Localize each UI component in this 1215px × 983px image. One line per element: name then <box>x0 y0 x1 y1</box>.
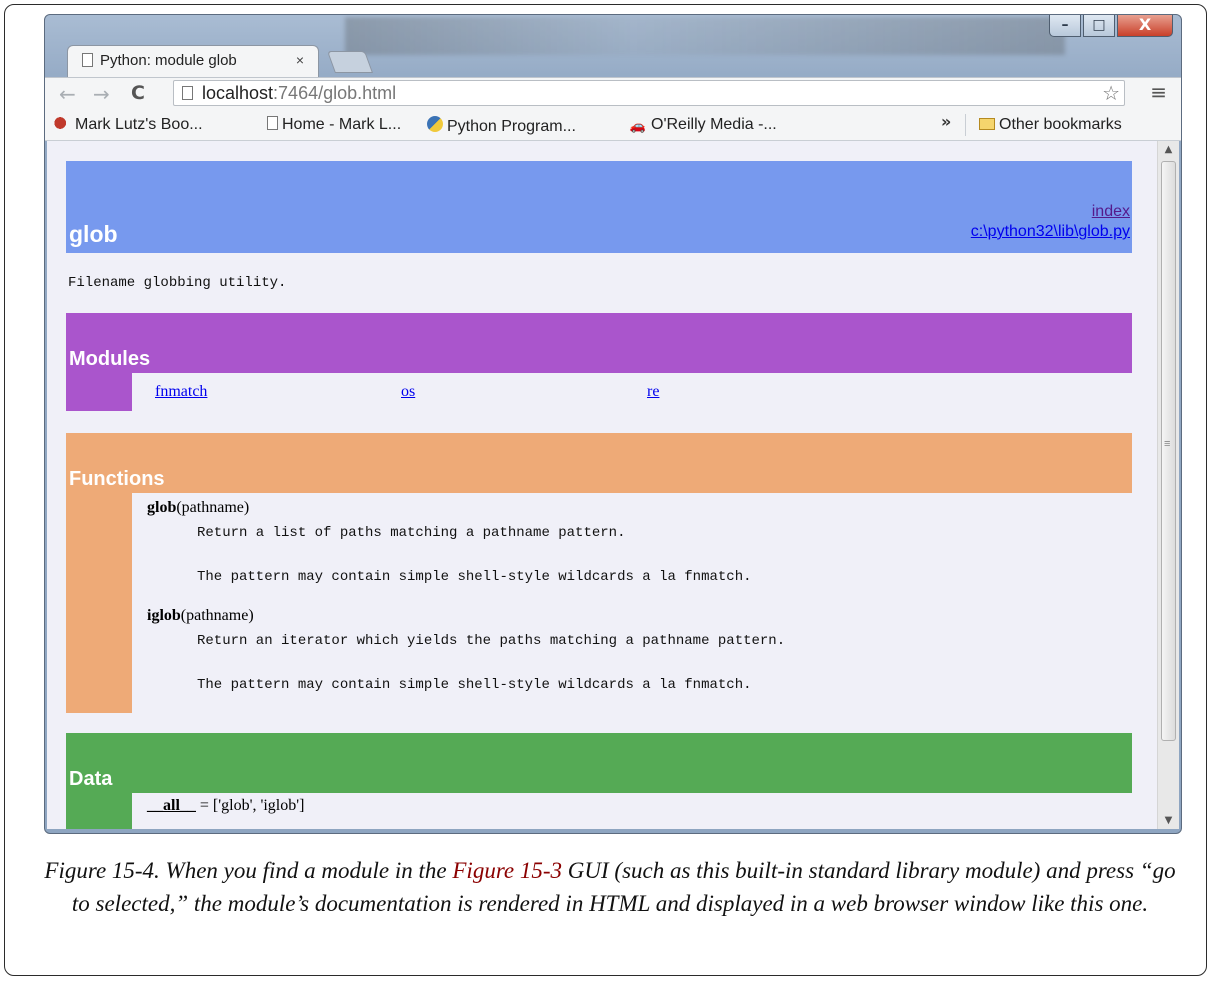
tab-close-icon[interactable]: × <box>296 52 304 68</box>
other-bookmarks-label: Other bookmarks <box>999 116 1122 133</box>
divider <box>965 114 966 136</box>
bookmark-label: Python Program... <box>447 118 576 135</box>
scroll-down-icon[interactable]: ▼ <box>1158 815 1179 826</box>
data-item-value: = ['glob', 'iglob'] <box>195 797 305 814</box>
bookmark-item[interactable]: 🚗 O'Reilly Media -... <box>629 116 777 134</box>
function-doc-line: Return an iterator which yields the path… <box>197 633 786 649</box>
functions-sidebar <box>66 493 132 713</box>
source-file-link[interactable]: c:\python32\lib\glob.py <box>971 222 1130 242</box>
function-signature: glob(pathname) <box>147 499 249 517</box>
url-host: localhost <box>202 83 274 103</box>
document-icon <box>267 116 278 130</box>
scroll-up-icon[interactable]: ▲ <box>1158 144 1179 155</box>
vertical-scrollbar[interactable]: ▲ ≡ ▼ <box>1157 141 1179 829</box>
close-window-button[interactable]: X <box>1117 15 1173 37</box>
function-name: glob <box>147 499 177 516</box>
window-controls: – □ X <box>1047 15 1173 37</box>
minimize-button[interactable]: – <box>1049 15 1081 37</box>
new-tab-button[interactable] <box>326 51 374 73</box>
data-heading: Data <box>69 768 113 790</box>
function-args: (pathname) <box>176 499 250 516</box>
module-link-fnmatch[interactable]: fnmatch <box>155 383 207 401</box>
bookmarks-bar: Mark Lutz's Boo... Home - Mark L... Pyth… <box>45 110 1181 141</box>
python-icon <box>427 116 443 132</box>
function-signature: iglob(pathname) <box>147 607 254 625</box>
module-description: Filename globbing utility. <box>68 275 287 291</box>
module-title: glob <box>69 221 118 247</box>
function-name: iglob <box>147 607 181 624</box>
menu-icon[interactable]: ≡ <box>1150 80 1167 104</box>
bookmark-item[interactable]: Python Program... <box>427 116 576 136</box>
reload-icon[interactable]: C <box>131 82 145 104</box>
function-doc-line: The pattern may contain simple shell-sty… <box>197 569 752 585</box>
page-icon <box>182 86 193 100</box>
module-link-re[interactable]: re <box>647 383 659 401</box>
bookmark-label: O'Reilly Media -... <box>651 116 777 133</box>
caption-text: Figure 15-4. When you find a module in t… <box>44 858 453 883</box>
bookmark-label: Home - Mark L... <box>282 116 402 133</box>
maximize-button[interactable]: □ <box>1083 15 1115 37</box>
toolbar: ← → C localhost:7464/glob.html ☆ ≡ <box>45 77 1181 110</box>
modules-sidebar <box>66 373 132 411</box>
figure-reference-link[interactable]: Figure 15-3 <box>452 858 562 883</box>
tab-active[interactable]: Python: module glob × <box>67 45 319 77</box>
function-doc-line: Return a list of paths matching a pathna… <box>197 525 626 541</box>
minimize-icon: – <box>1061 17 1069 33</box>
oreilly-logo-icon <box>53 116 71 130</box>
address-bar[interactable]: localhost:7464/glob.html ☆ <box>173 80 1125 106</box>
figure-caption: Figure 15-4. When you find a module in t… <box>40 854 1180 920</box>
car-icon: 🚗 <box>629 118 647 133</box>
maximize-icon: □ <box>1092 17 1106 33</box>
bookmark-item[interactable]: Home - Mark L... <box>267 116 401 134</box>
index-link[interactable]: index <box>971 202 1130 222</box>
folder-icon <box>979 118 995 130</box>
bookmark-label: Mark Lutz's Boo... <box>75 116 203 133</box>
function-args: (pathname) <box>180 607 254 624</box>
function-doc-line: The pattern may contain simple shell-sty… <box>197 677 752 693</box>
module-link-os[interactable]: os <box>401 383 415 401</box>
tab-title: Python: module glob <box>100 52 237 69</box>
scrollbar-thumb[interactable]: ≡ <box>1161 161 1176 741</box>
modules-heading: Modules <box>69 348 151 370</box>
browser-window: – □ X Python: module glob × ← → C localh… <box>44 14 1182 834</box>
data-item: __all__ = ['glob', 'iglob'] <box>147 797 304 815</box>
modules-section-header: Modules <box>66 313 1132 373</box>
data-sidebar <box>66 793 132 829</box>
page-icon <box>82 53 93 67</box>
page-content: glob index c:\python32\lib\glob.py Filen… <box>47 141 1157 829</box>
forward-icon[interactable]: → <box>93 82 110 106</box>
background-blur <box>345 17 1065 55</box>
chevron-more-icon[interactable]: » <box>941 112 951 131</box>
module-heading-bar: glob index c:\python32\lib\glob.py <box>66 161 1132 253</box>
bookmark-item[interactable]: Mark Lutz's Boo... <box>53 116 203 134</box>
data-section-header: Data <box>66 733 1132 793</box>
close-icon: X <box>1138 15 1152 34</box>
grip-icon: ≡ <box>1164 438 1171 450</box>
data-item-name: __all__ <box>147 797 196 814</box>
bookmark-star-icon[interactable]: ☆ <box>1102 81 1120 105</box>
functions-heading: Functions <box>69 468 165 490</box>
functions-section-header: Functions <box>66 433 1132 493</box>
url-path: :7464/glob.html <box>273 83 397 103</box>
back-icon[interactable]: ← <box>59 82 76 106</box>
other-bookmarks[interactable]: Other bookmarks <box>979 116 1122 134</box>
